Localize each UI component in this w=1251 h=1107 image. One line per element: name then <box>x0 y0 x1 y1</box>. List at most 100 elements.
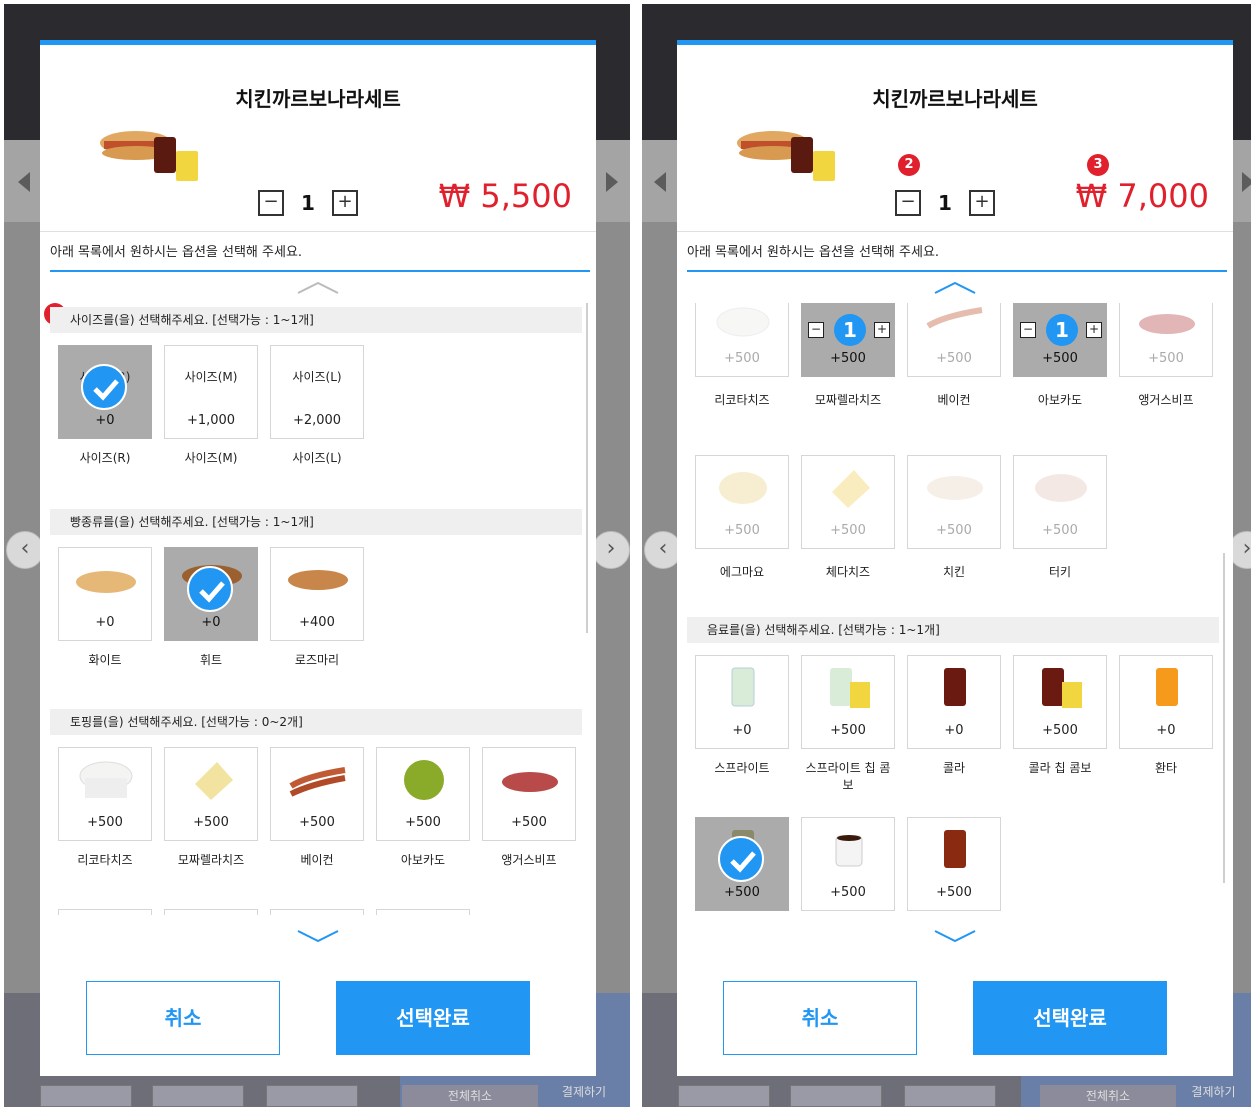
option-tile-white[interactable]: +0 <box>58 547 152 641</box>
option-tile-avocado[interactable]: +500 <box>376 747 470 841</box>
option-price: +500 <box>724 885 760 900</box>
option-price: +500 <box>1042 351 1078 366</box>
cancel-button[interactable]: 취소 <box>723 981 917 1055</box>
option-tile-coffee[interactable]: +500 <box>801 817 895 911</box>
scrollbar[interactable] <box>586 303 588 633</box>
option-tile-bacon[interactable]: +500 <box>270 747 364 841</box>
angus-beef-icon <box>502 772 558 792</box>
option-tile-mozzarella[interactable]: +500 <box>164 747 258 841</box>
instruction-text: 아래 목록에서 원하시는 옵션을 선택해 주세요. <box>687 241 1227 272</box>
sandwich-set-image <box>737 131 835 181</box>
cancel-button[interactable]: 취소 <box>86 981 280 1055</box>
quantity-minus-button[interactable]: − <box>258 190 284 216</box>
topping-plus-button[interactable]: + <box>874 322 890 338</box>
option-tile-partial[interactable] <box>270 909 364 915</box>
fanta-icon <box>1156 668 1178 706</box>
option-tile-chicken[interactable]: +500 <box>907 455 1001 549</box>
option-tile-sprite[interactable]: +0 <box>695 655 789 749</box>
option-price: +0 <box>95 413 115 428</box>
marker-3-badge: 3 <box>1087 154 1109 176</box>
bread-group-header: 빵종류를(을) 선택해주세요. [선택가능 : 1~1개] <box>50 509 582 535</box>
background-cancel-all-button: 전체취소 <box>1040 1085 1176 1107</box>
product-title: 치킨까르보나라세트 <box>872 87 1038 111</box>
scrollbar[interactable] <box>1223 553 1225 883</box>
option-label: 스프라이트 칩 콤보 <box>805 761 891 792</box>
quantity-value: 1 <box>938 191 952 215</box>
egg-mayo-icon <box>719 472 767 504</box>
turkey-icon <box>1035 474 1087 502</box>
option-label: 휘트 <box>199 653 223 667</box>
option-tile-bacon[interactable]: +500 <box>907 303 1001 377</box>
option-price: +500 <box>830 523 866 538</box>
scroll-down-icon[interactable] <box>296 929 340 943</box>
option-price: +0 <box>95 615 115 630</box>
instruction-text: 아래 목록에서 원하시는 옵션을 선택해 주세요. <box>50 241 590 272</box>
options-scroll-area[interactable]: +500 − 1 + +500 +500 − 1 + +500 +500 리코타… <box>687 303 1219 915</box>
option-tile-turkey[interactable]: +500 <box>1013 455 1107 549</box>
option-price: +500 <box>830 885 866 900</box>
option-tile-sprite-chips-combo[interactable]: +500 <box>801 655 895 749</box>
topping-group-header: 토핑를(을) 선택해주세요. [선택가능 : 0~2개] <box>50 709 582 735</box>
option-tile-ricotta[interactable]: +500 <box>58 747 152 841</box>
option-label: 환타 <box>1154 761 1178 775</box>
topping-minus-button[interactable]: − <box>1020 322 1036 338</box>
rosemary-bread-icon <box>288 570 348 590</box>
quantity-plus-button[interactable]: + <box>332 190 358 216</box>
topping-count-badge: 1 <box>1046 314 1078 346</box>
coffee-icon <box>835 835 863 867</box>
confirm-selection-button[interactable]: 선택완료 <box>973 981 1167 1055</box>
option-tile-iced-drink[interactable]: +500 <box>907 817 1001 911</box>
quantity-minus-button[interactable]: − <box>895 190 921 216</box>
options-scroll-area[interactable]: 사이즈를(을) 선택해주세요. [선택가능 : 1~1개] 사이즈(R) +0 … <box>50 303 582 915</box>
background-next-circle-icon: › <box>592 531 630 569</box>
selected-check-icon <box>81 364 127 410</box>
option-tile-size-r[interactable]: 사이즈(R) +0 <box>58 345 152 439</box>
option-tile-cola-chips-combo[interactable]: +500 <box>1013 655 1107 749</box>
option-tile-size-l[interactable]: 사이즈(L) +2,000 <box>270 345 364 439</box>
option-tile-egg-mayo[interactable]: +500 <box>695 455 789 549</box>
quantity-value: 1 <box>301 191 315 215</box>
option-tile-fanta[interactable]: +0 <box>1119 655 1213 749</box>
option-price: +500 <box>299 815 335 830</box>
option-tile-inner-label: 사이즈(M) <box>184 370 238 384</box>
option-tile-partial[interactable] <box>58 909 152 915</box>
marker-2-badge: 2 <box>898 154 920 176</box>
option-price: +500 <box>1042 523 1078 538</box>
option-label: 베이컨 <box>300 853 334 867</box>
option-tile-wheat[interactable]: +0 <box>164 547 258 641</box>
option-price: +0 <box>732 723 752 738</box>
confirm-selection-button[interactable]: 선택완료 <box>336 981 530 1055</box>
option-tile-size-m[interactable]: 사이즈(M) +1,000 <box>164 345 258 439</box>
option-tile-rosemary[interactable]: +400 <box>270 547 364 641</box>
quantity-plus-button[interactable]: + <box>969 190 995 216</box>
topping-minus-button[interactable]: − <box>808 322 824 338</box>
option-tile-angus-beef[interactable]: +500 <box>482 747 576 841</box>
option-price: +500 <box>936 885 972 900</box>
topping-plus-button[interactable]: + <box>1086 322 1102 338</box>
option-tile-mozzarella[interactable]: − 1 + +500 <box>801 303 895 377</box>
option-label: 앵거스비프 <box>1138 393 1194 407</box>
option-tile-ricotta[interactable]: +500 <box>695 303 789 377</box>
option-price: +500 <box>511 815 547 830</box>
option-label: 아보카도 <box>1037 393 1083 407</box>
option-label: 모짜렐라치즈 <box>814 393 882 407</box>
divider <box>677 231 1233 232</box>
option-tile-drink-combo[interactable]: +500 <box>695 817 789 911</box>
background-cart-slot <box>904 1085 996 1107</box>
option-tile-cheddar[interactable]: +500 <box>801 455 895 549</box>
background-next-arrow-icon <box>606 172 618 192</box>
sprite-chips-combo-icon <box>830 668 870 708</box>
bacon-icon <box>926 307 983 329</box>
option-tile-avocado[interactable]: − 1 + +500 <box>1013 303 1107 377</box>
background-cart-slot <box>790 1085 882 1107</box>
option-tile-angus-beef[interactable]: +500 <box>1119 303 1213 377</box>
option-tile-partial[interactable] <box>164 909 258 915</box>
scroll-up-icon[interactable] <box>296 281 340 295</box>
option-tile-cola[interactable]: +0 <box>907 655 1001 749</box>
scroll-down-icon[interactable] <box>933 929 977 943</box>
divider <box>40 231 596 232</box>
sprite-icon <box>731 667 755 707</box>
cola-icon <box>944 668 966 706</box>
scroll-up-icon[interactable] <box>933 281 977 295</box>
option-tile-partial[interactable] <box>376 909 470 915</box>
